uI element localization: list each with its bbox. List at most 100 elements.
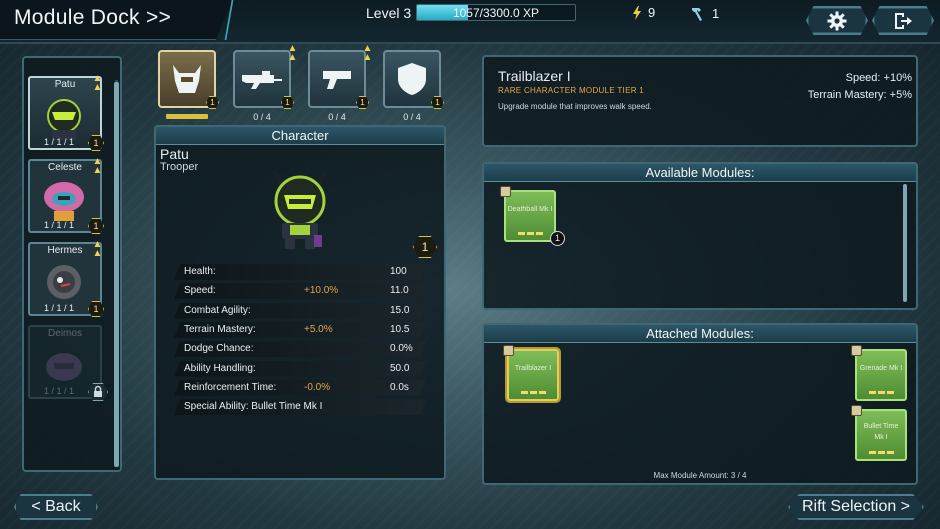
module-count-badge: 1: [550, 231, 565, 246]
attached-module-bullet-time[interactable]: Bullet Time Mk I: [851, 405, 907, 461]
character-panel-header: Character: [156, 127, 444, 145]
module-card-name: Trailblazer I: [514, 365, 552, 372]
stat-value: 11.0: [390, 285, 409, 297]
stat-modifier: +5.0%: [304, 323, 333, 335]
settings-button[interactable]: [806, 6, 868, 35]
module-type-icon: [851, 405, 862, 416]
module-stat-terrain: Terrain Mastery: +5%: [808, 89, 912, 101]
character-count: 1 / 1 / 1: [43, 220, 75, 230]
character-class: Trooper: [160, 161, 199, 173]
stat-row: Special Ability: Bullet Time Mk I: [174, 399, 426, 415]
helmet-icon: [173, 65, 201, 93]
title-accent: [222, 0, 236, 40]
module-type-icon: [851, 345, 862, 356]
stat-value: 15.0: [390, 304, 410, 316]
attached-module-trailblazer[interactable]: Trailblazer I: [503, 345, 559, 401]
upgrade-arrow-icon: ▲ ▲: [362, 43, 373, 63]
module-tier-pips: [869, 391, 895, 394]
page-title: Module Dock >>: [14, 6, 172, 29]
energy-value: 9: [648, 5, 656, 20]
character-name: Hermes: [47, 245, 83, 256]
stat-value: 50.0: [390, 362, 410, 374]
module-card-deathball[interactable]: Deathball Mk I: [500, 186, 556, 242]
stat-row: Terrain Mastery: +5.0% 10.5: [174, 322, 426, 338]
shield-icon: [398, 63, 426, 95]
slot-count: 0 / 4: [403, 112, 421, 122]
stat-value: 100: [390, 266, 407, 277]
slot-count: 0 / 4: [328, 112, 346, 122]
stat-modifier: +10.0%: [304, 285, 339, 297]
module-card-name: Deathball Mk I: [507, 206, 553, 213]
module-type-icon: [500, 186, 511, 197]
hammer-icon: [692, 8, 702, 21]
module-slot-helmet[interactable]: [158, 50, 216, 108]
stat-label: Terrain Mastery:: [184, 323, 256, 335]
character-count: 1 / 1 / 1: [43, 303, 75, 313]
lightning-icon: [633, 5, 641, 20]
stat-value: 10.5: [390, 323, 410, 335]
stat-label: Ability Handling:: [184, 362, 256, 374]
stat-row: Speed: +10.0% 11.0: [174, 283, 426, 299]
module-tier-pips: [518, 232, 544, 235]
stat-modifier: -0.0%: [304, 381, 331, 393]
stat-row: Dodge Chance: 0.0%: [174, 341, 426, 357]
stat-label: Special Ability: Bullet Time Mk I: [184, 401, 323, 413]
character-name: Deimos: [48, 328, 82, 339]
back-button[interactable]: < Back: [14, 494, 98, 520]
rift-selection-button[interactable]: Rift Selection >: [788, 494, 924, 520]
exit-icon: [895, 12, 912, 29]
module-subtitle: RARE CHARACTER MODULE TIER 1: [498, 86, 645, 95]
stat-label: Reinforcement Time:: [184, 381, 277, 393]
module-stat-speed-value: +10%: [883, 72, 912, 84]
xp-text: 1057/3300.0 XP: [452, 6, 540, 20]
character-name: Celeste: [48, 162, 82, 173]
stat-label: Dodge Chance:: [184, 343, 254, 355]
module-stat-speed-label: Speed:: [845, 72, 881, 84]
module-type-icon: [503, 345, 514, 356]
upgrade-arrow-icon: ▲ ▲: [92, 239, 103, 259]
character-list-scrollbar[interactable]: [114, 82, 119, 467]
module-stat-terrain-label: Terrain Mastery:: [807, 89, 887, 101]
slot-progress-bar: [166, 114, 208, 119]
upgrade-arrow-icon: ▲ ▲: [92, 156, 103, 176]
slot-count: 0 / 4: [253, 112, 271, 122]
stat-row: Combat Agility: 15.0: [174, 303, 426, 319]
available-modules-header: Available Modules:: [484, 164, 916, 182]
module-stat-terrain-value: +5%: [889, 89, 912, 101]
module-card-name: Bullet Time Mk I: [863, 423, 899, 441]
module-slot-rifle[interactable]: [233, 50, 291, 108]
module-slot-pistol[interactable]: [308, 50, 366, 108]
max-module-amount: Max Module Amount: 3 / 4: [653, 471, 747, 480]
stat-row: Health: 100: [174, 264, 426, 280]
module-description: Upgrade module that improves walk speed.: [498, 102, 652, 111]
module-tier-pips: [869, 451, 895, 454]
exit-button[interactable]: [872, 6, 934, 35]
character-portrait-large: [274, 169, 326, 249]
stat-row: Reinforcement Time: -0.0% 0.0s: [174, 380, 426, 396]
upgrade-arrow-icon: ▲ ▲: [92, 73, 103, 93]
stat-label: Speed:: [184, 285, 216, 297]
module-name: Trailblazer I: [498, 68, 571, 84]
stat-value: 0.0s: [390, 381, 409, 393]
stat-row: Ability Handling: 50.0: [174, 361, 426, 377]
stat-value: 0.0%: [390, 343, 413, 355]
stat-label: Combat Agility:: [184, 304, 251, 316]
level-label: Level 3: [366, 5, 412, 21]
attached-modules-header: Attached Modules:: [484, 325, 916, 343]
xp-bar: 1057/3300.0 XP: [416, 4, 576, 21]
available-modules-scrollbar[interactable]: [903, 184, 907, 302]
module-stat-speed: Speed: +10%: [846, 72, 912, 84]
character-count: 1 / 1 / 1: [43, 137, 75, 147]
tools-counter: 1: [690, 5, 719, 21]
energy-counter: 9: [632, 5, 655, 20]
module-tier-pips: [521, 391, 547, 394]
module-slot-shield[interactable]: [383, 50, 441, 108]
attached-module-grenade[interactable]: Grenade Mk I: [851, 345, 907, 401]
tools-value: 1: [712, 5, 720, 21]
character-count: 1 / 1 / 1: [43, 386, 75, 396]
pistol-icon: [323, 71, 351, 89]
module-card-name: Grenade Mk I: [859, 365, 903, 372]
rifle-icon: [242, 71, 282, 89]
gear-icon: [827, 11, 847, 30]
upgrade-arrow-icon: ▲ ▲: [287, 43, 298, 63]
